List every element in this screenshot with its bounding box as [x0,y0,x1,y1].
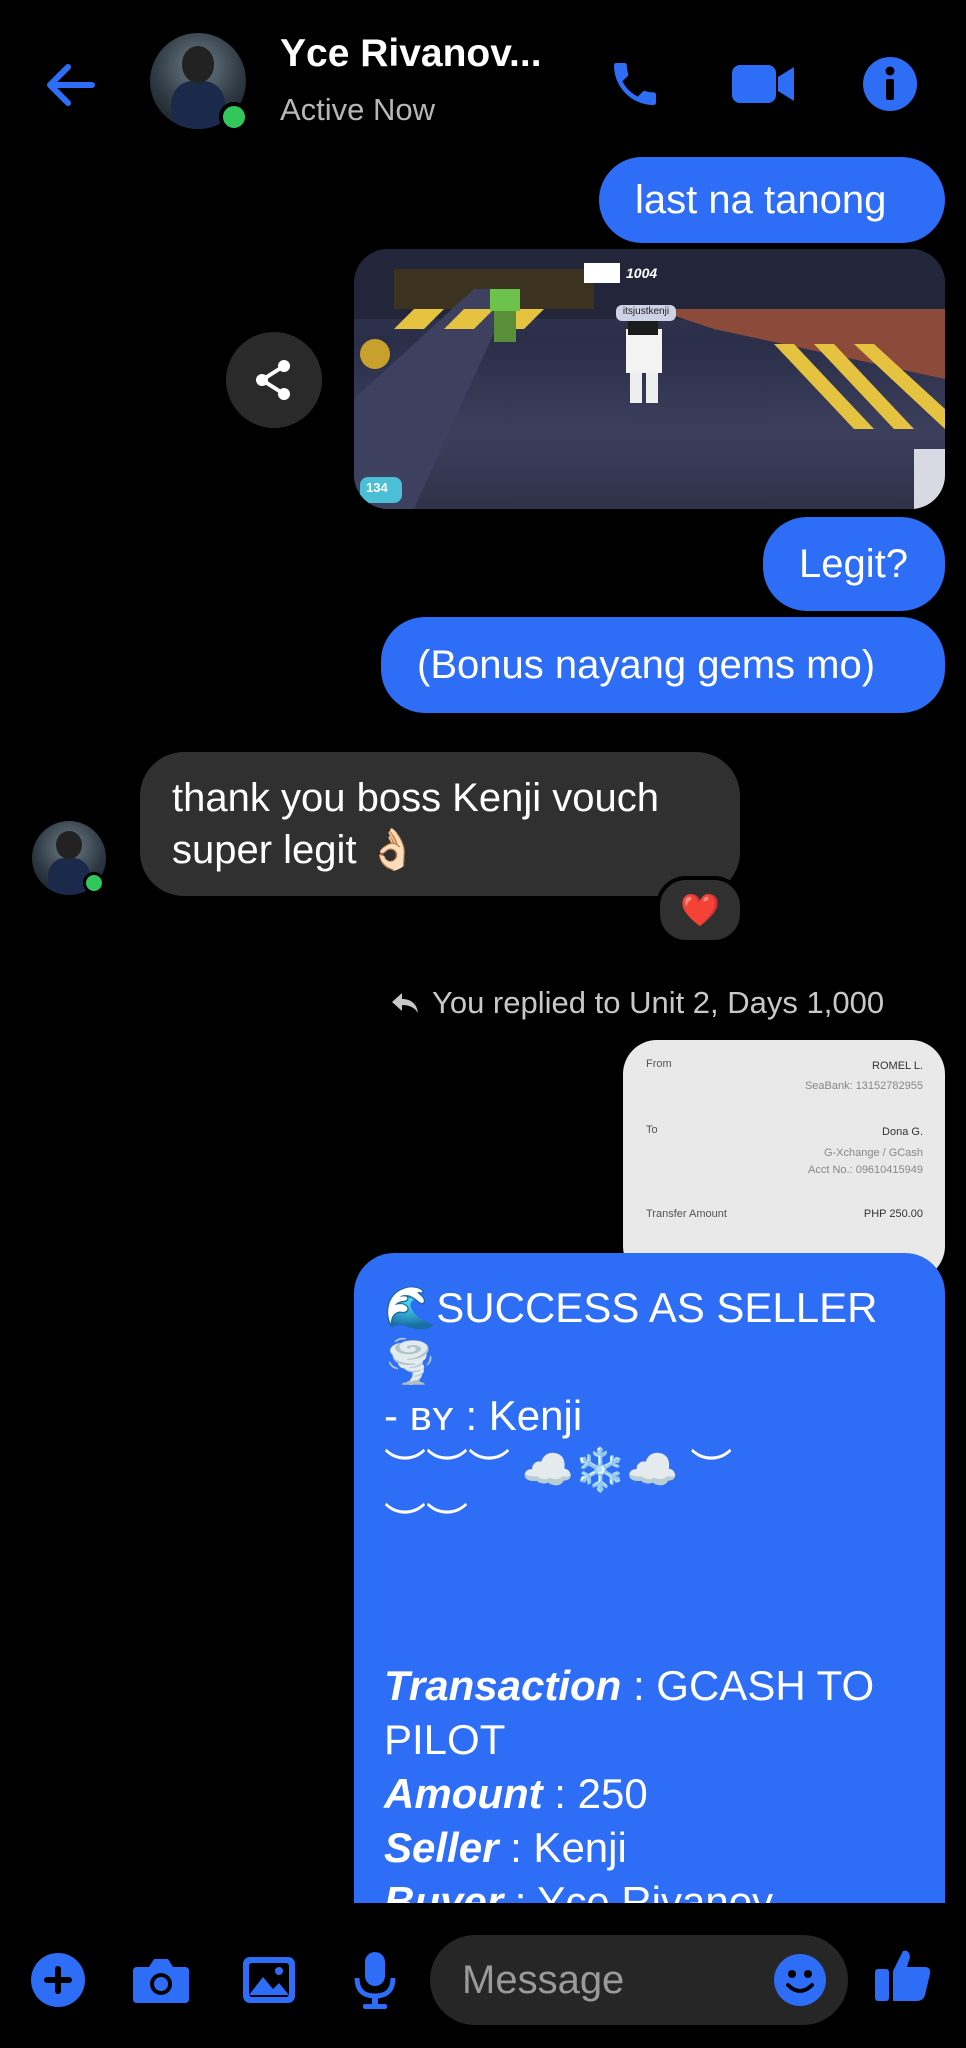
back-arrow-icon [47,64,95,106]
reply-context-label: You replied to Unit 2, Days 1,000 [390,985,884,1021]
receipt-from-name: ROMEL L. [872,1060,923,1072]
transaction-card-message[interactable]: 🌊SUCCESS AS SELLER🌪️ - ʙʏ : Kenji ︶︶︶ ☁️… [354,1253,945,1925]
share-button[interactable] [226,332,322,428]
heart-reaction[interactable]: ❤️ [656,876,744,944]
card-byline: - ʙʏ : Kenji [384,1392,583,1439]
sent-message[interactable]: (Bonus nayang gems mo) [381,617,945,713]
game-screenshot-image[interactable]: 1004 itsjustkenji 134 [354,249,945,509]
sent-message[interactable]: last na tanong [599,157,945,243]
online-indicator [83,872,105,894]
thumbs-up-icon [875,1950,931,2001]
gallery-button[interactable] [238,1950,300,2010]
share-icon [256,360,290,400]
emoji-icon [774,1954,826,2006]
gems-counter: 134 [366,480,388,495]
microphone-icon [354,1952,396,2009]
camera-icon [133,1959,189,2003]
emoji-button[interactable] [770,1950,830,2010]
camera-button[interactable] [130,1950,192,2010]
card-amount-row: Amount : 250 [384,1770,648,1817]
card-decoration: ︶︶ [384,1500,469,1547]
phone-icon [614,63,656,105]
voice-call-button[interactable] [598,52,672,116]
card-decoration: ︶︶︶ ☁️❄️☁️ ︶ [384,1446,733,1493]
voice-record-button[interactable] [344,1948,406,2012]
card-title: 🌊SUCCESS AS SELLER🌪️ [384,1284,878,1385]
reply-arrow-icon [392,993,418,1013]
back-button[interactable] [40,55,100,115]
plus-icon [31,1953,85,2007]
info-icon [863,57,917,111]
received-message-line: thank you boss Kenji vouch [172,776,659,820]
gallery-icon [243,1957,295,2003]
receipt-to-service: G-Xchange / GCash [823,1147,923,1159]
info-button[interactable] [858,52,922,116]
like-button[interactable] [868,1940,938,2010]
game-scene [354,249,945,509]
reply-context-text: You replied to Unit 2, Days 1,000 [432,985,885,1020]
sent-message[interactable]: Legit? [763,517,945,611]
receipt-to-name: Dona G. [882,1126,923,1138]
player-nametag: itsjustkenji [622,306,670,317]
receipt-from-label: From [646,1058,672,1070]
online-indicator [219,102,249,132]
receipt-amount-value: PHP 250.00 [863,1208,923,1220]
receipt-from-bank: SeaBank: 13152782955 [804,1080,923,1092]
video-camera-icon [732,65,794,103]
message-input[interactable]: Message [430,1935,848,2025]
card-transaction-row: Transaction : GCASH TO PILOT [384,1662,875,1763]
message-placeholder: Message [462,1958,625,2002]
card-seller-row: Seller : Kenji [384,1824,627,1871]
more-actions-button[interactable] [28,1950,88,2010]
active-status: Active Now [280,92,436,127]
receipt-to-acct: Acct No.: 09610415949 [808,1164,923,1176]
heart-icon: ❤️ [680,892,720,928]
received-message-line: super legit 👌🏻 [172,828,418,872]
quoted-receipt-image[interactable]: From ROMEL L. SeaBank: 13152782955 To Do… [623,1040,945,1280]
receipt-to-label: To [646,1124,658,1136]
video-call-button[interactable] [724,52,802,116]
contact-name[interactable]: Yce Rivanov... [280,32,542,76]
receipt-amount-label: Transfer Amount [646,1208,727,1220]
hud-counter: 1004 [626,265,658,281]
received-message[interactable]: thank you boss Kenji vouch super legit 👌… [140,752,740,896]
